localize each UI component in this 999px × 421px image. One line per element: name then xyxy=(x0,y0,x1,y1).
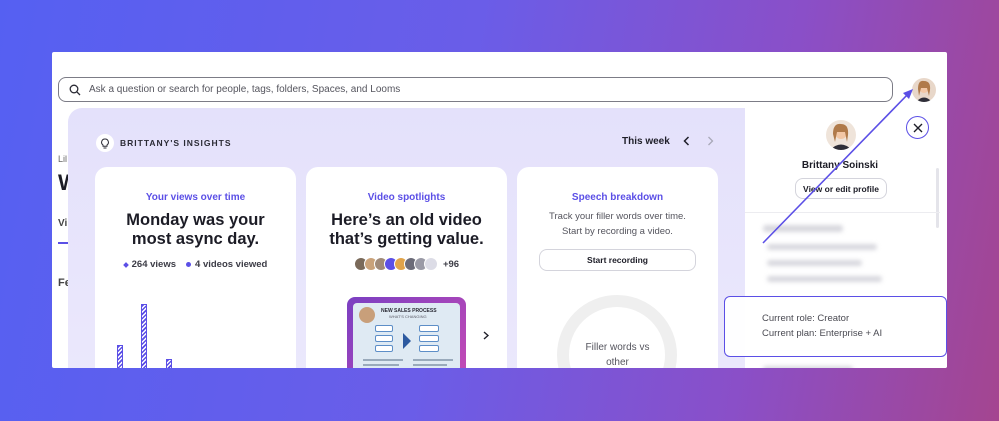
user-avatar[interactable] xyxy=(912,78,936,102)
search-input[interactable]: Ask a question or search for people, tag… xyxy=(89,84,400,95)
bg-label: Lil xyxy=(58,154,68,164)
period-label: This week xyxy=(622,135,670,147)
profile-avatar xyxy=(826,120,856,150)
viewer-count: +96 xyxy=(442,258,460,270)
bar-monday xyxy=(117,345,123,368)
start-recording-button[interactable]: Start recording xyxy=(539,249,696,271)
blurred-text xyxy=(763,366,853,368)
speech-card[interactable]: Speech breakdown Track your filler words… xyxy=(517,167,718,368)
views-stats: 264 views 4 videos viewed xyxy=(95,259,296,270)
bulb-icon xyxy=(96,134,114,152)
scrollbar[interactable] xyxy=(936,168,939,228)
period-selector: This week xyxy=(622,134,718,148)
viewer-avatars: +96 xyxy=(306,257,507,271)
bg-tab-underline xyxy=(58,242,68,244)
card-title: Your views over time xyxy=(145,192,246,203)
edit-profile-button[interactable]: View or edit profile xyxy=(795,178,887,199)
text-line xyxy=(413,364,447,366)
diagram-box xyxy=(375,335,393,342)
current-role: Current role: Creator xyxy=(762,313,850,324)
chevron-left-icon[interactable] xyxy=(680,134,694,148)
current-plan: Current plan: Enterprise + AI xyxy=(762,328,883,339)
insights-header: BRITTANY'S INSIGHTS xyxy=(96,134,232,152)
blurred-text xyxy=(767,276,882,282)
views-count: 264 views xyxy=(131,259,177,270)
text-line xyxy=(413,359,453,361)
blurred-text xyxy=(767,260,862,266)
video-thumbnail[interactable]: NEW SALES PROCESS WHAT'S CHANGING xyxy=(347,297,466,368)
chevron-right-icon[interactable] xyxy=(483,327,490,345)
card-subtitle: Track your filler words over time. Start… xyxy=(549,211,686,237)
card-headline: Monday was your most async day. xyxy=(126,211,265,248)
spotlight-card[interactable]: Video spotlights Here’s an old video tha… xyxy=(306,167,507,368)
search-icon xyxy=(69,84,81,95)
blurred-text xyxy=(767,244,877,250)
views-bar-chart xyxy=(117,300,187,368)
videos-count: 4 videos viewed xyxy=(195,259,268,270)
role-callout: Current role: Creator Current plan: Ente… xyxy=(724,296,947,357)
card-title: Speech breakdown xyxy=(571,192,664,203)
profile-name: Brittany Soinski xyxy=(801,160,879,171)
divider xyxy=(745,212,940,213)
thumb-subtitle: WHAT'S CHANGING xyxy=(389,314,427,319)
close-icon[interactable] xyxy=(906,116,929,139)
text-line xyxy=(363,359,403,361)
text-line xyxy=(363,364,399,366)
card-title: Video spotlights xyxy=(367,192,446,203)
arrow-icon xyxy=(403,333,411,349)
card-headline: Here’s an old video that’s getting value… xyxy=(329,211,484,248)
diagram-box xyxy=(419,335,439,342)
donut-label: Filler words vs other xyxy=(585,342,650,368)
insights-title: BRITTANY'S INSIGHTS xyxy=(120,138,232,148)
views-card[interactable]: Your views over time Monday was your mos… xyxy=(95,167,296,368)
diagram-box xyxy=(419,345,439,352)
thumbnail-slide: NEW SALES PROCESS WHAT'S CHANGING xyxy=(353,303,460,368)
bar-tuesday xyxy=(141,304,147,368)
bar-wednesday xyxy=(166,359,172,368)
dot-icon xyxy=(186,262,192,267)
presenter-avatar xyxy=(359,307,375,323)
search-bar[interactable]: Ask a question or search for people, tag… xyxy=(58,77,893,102)
chevron-right-icon[interactable] xyxy=(704,134,718,148)
blurred-text xyxy=(763,225,843,232)
diagram-box xyxy=(375,345,393,352)
diagram-box xyxy=(419,325,439,332)
bolt-icon xyxy=(122,261,129,268)
avatar xyxy=(423,257,438,271)
bg-tab[interactable]: Vi xyxy=(58,218,67,229)
diagram-box xyxy=(375,325,393,332)
insights-panel: BRITTANY'S INSIGHTS This week Your views… xyxy=(68,108,745,368)
